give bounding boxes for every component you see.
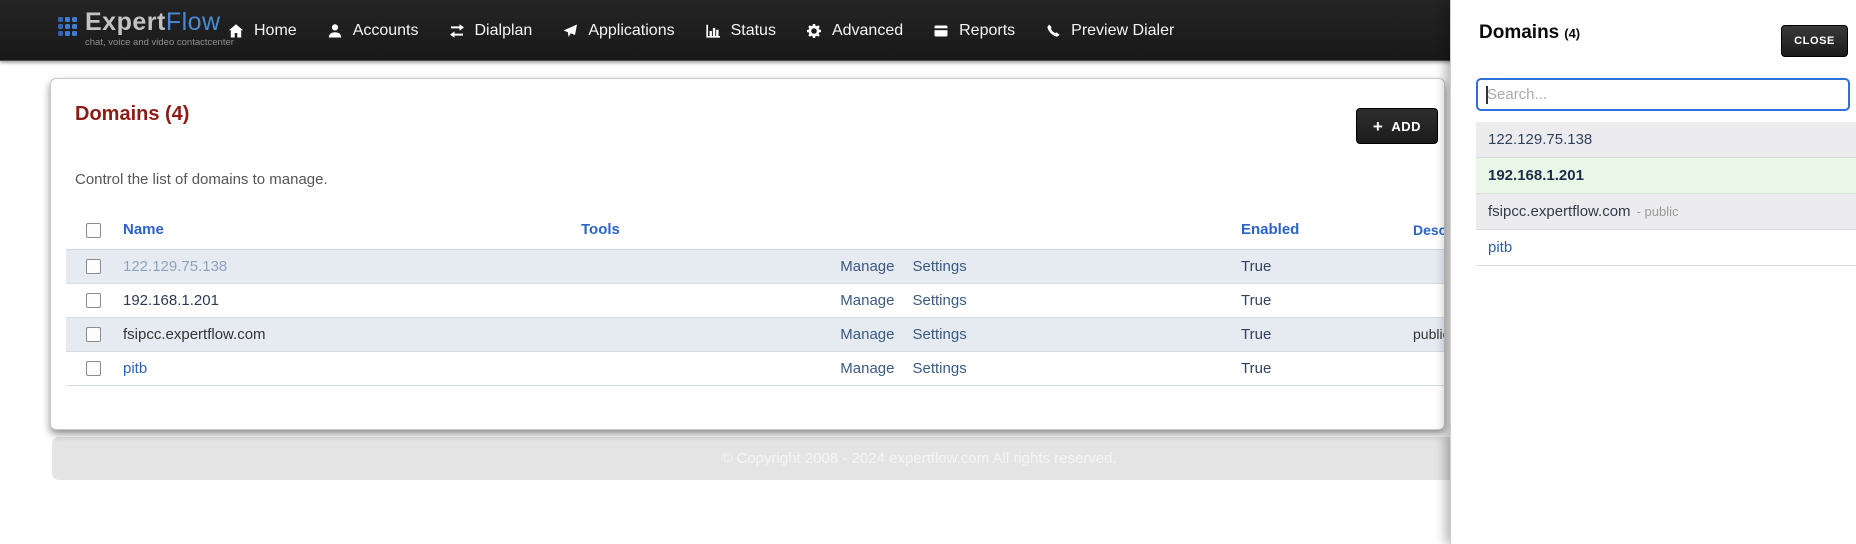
table-header-row: Name Tools Enabled Description <box>66 211 1444 250</box>
domains-panel: Domains (4) CLOSE 122.129.75.138 192.168.… <box>1450 0 1856 544</box>
home-icon <box>228 23 244 39</box>
description-value: public <box>1413 326 1444 342</box>
gear-icon <box>806 23 822 39</box>
brand-tagline: chat, voice and video contactcenter <box>85 37 234 48</box>
table-row: pitb Manage Settings True <box>66 351 1444 385</box>
phone-icon <box>1045 23 1061 39</box>
add-domain-button[interactable]: + ADD <box>1355 108 1438 144</box>
manage-link[interactable]: Manage <box>840 258 894 275</box>
nav-reports[interactable]: Reports <box>933 22 1015 40</box>
paper-plane-icon <box>562 23 578 39</box>
description-value <box>1396 283 1444 317</box>
settings-link[interactable]: Settings <box>913 258 967 275</box>
brand-logo[interactable]: ExpertFlow chat, voice and video contact… <box>58 9 234 48</box>
page: ExpertFlow chat, voice and video contact… <box>0 0 1856 544</box>
expertflow-logo-icon <box>58 17 77 36</box>
person-icon <box>327 23 343 39</box>
nav-status[interactable]: Status <box>705 22 776 40</box>
panel-list-item[interactable]: 122.129.75.138 <box>1476 122 1856 158</box>
domains-table: Name Tools Enabled Description 122.129.7… <box>66 211 1444 386</box>
close-panel-button[interactable]: CLOSE <box>1781 25 1848 57</box>
copyright-text: © Copyright 2008 - 2024 expertflow.com A… <box>721 450 1117 467</box>
settings-link[interactable]: Settings <box>913 360 967 377</box>
description-value <box>1396 249 1444 283</box>
panel-item-suffix: - public <box>1636 204 1679 219</box>
row-checkbox[interactable] <box>86 327 101 343</box>
nav-status-label: Status <box>730 21 776 39</box>
domain-name-link[interactable]: pitb <box>123 360 147 377</box>
enabled-value: True <box>1241 291 1272 309</box>
column-header-tools[interactable]: Tools <box>581 211 1226 250</box>
panel-item-label: fsipcc.expertflow.com <box>1488 203 1631 220</box>
brand-expert: Expert <box>85 8 166 36</box>
panel-search-input[interactable] <box>1476 78 1850 111</box>
domains-card: Domains (4) Control the list of domains … <box>50 78 1445 430</box>
table-row: fsipcc.expertflow.com Manage Settings Tru… <box>66 317 1444 351</box>
plus-icon: + <box>1372 116 1384 136</box>
settings-link[interactable]: Settings <box>913 326 967 343</box>
panel-title: Domains (4) <box>1479 22 1580 44</box>
table-row: 122.129.75.138 Manage Settings True <box>66 249 1444 283</box>
select-all-checkbox[interactable] <box>86 222 101 238</box>
nav-accounts-label: Accounts <box>352 21 419 39</box>
panel-domain-list: 122.129.75.138 192.168.1.201 fsipcc.expe… <box>1476 122 1856 266</box>
nav-preview-dialer-label: Preview Dialer <box>1071 21 1175 39</box>
panel-list-item[interactable]: 192.168.1.201 <box>1476 158 1856 194</box>
nav-accounts[interactable]: Accounts <box>327 22 419 40</box>
settings-link[interactable]: Settings <box>913 292 967 309</box>
column-header-description[interactable]: Description <box>1396 211 1444 250</box>
page-title: Domains (4) <box>75 103 190 125</box>
domain-name-link[interactable]: 192.168.1.201 <box>123 292 219 309</box>
nav-preview-dialer[interactable]: Preview Dialer <box>1045 22 1174 40</box>
row-checkbox[interactable] <box>86 293 101 309</box>
row-checkbox[interactable] <box>86 259 101 275</box>
page-subtitle: Control the list of domains to manage. <box>75 171 328 188</box>
brand-flow: Flow <box>165 8 221 36</box>
enabled-value: True <box>1241 325 1272 343</box>
enabled-value: True <box>1241 257 1272 275</box>
enabled-value: True <box>1241 359 1272 377</box>
panel-count-badge: (4) <box>1564 26 1581 41</box>
nav-home[interactable]: Home <box>228 22 297 40</box>
nav-dialplan[interactable]: Dialplan <box>449 21 533 40</box>
brand-wordmark: ExpertFlow <box>85 8 221 36</box>
manage-link[interactable]: Manage <box>840 360 894 377</box>
add-button-label: ADD <box>1391 118 1421 134</box>
description-value <box>1396 351 1444 385</box>
nav-advanced-label: Advanced <box>831 21 904 39</box>
panel-list-item[interactable]: fsipcc.expertflow.com - public <box>1476 194 1856 230</box>
table-row: 192.168.1.201 Manage Settings True <box>66 283 1444 317</box>
column-header-name[interactable]: Name <box>111 211 581 250</box>
report-book-icon <box>933 23 949 39</box>
nav-dialplan-label: Dialplan <box>474 21 533 39</box>
panel-list-item[interactable]: pitb <box>1476 230 1856 266</box>
manage-link[interactable]: Manage <box>840 292 894 309</box>
swap-arrows-icon <box>449 23 465 39</box>
column-header-enabled[interactable]: Enabled <box>1226 211 1396 250</box>
row-checkbox[interactable] <box>86 361 101 377</box>
panel-item-label: 122.129.75.138 <box>1488 131 1593 148</box>
bar-chart-icon <box>705 23 721 39</box>
nav-applications-label: Applications <box>588 21 675 39</box>
nav-advanced[interactable]: Advanced <box>806 22 903 40</box>
panel-item-label: pitb <box>1488 239 1513 256</box>
manage-link[interactable]: Manage <box>840 326 894 343</box>
nav-applications[interactable]: Applications <box>562 21 675 40</box>
domain-name-link[interactable]: fsipcc.expertflow.com <box>123 326 266 343</box>
nav-home-label: Home <box>254 21 297 39</box>
main-menu: Home Accounts Dialplan Applications Stat… <box>228 0 1174 61</box>
panel-title-text: Domains <box>1479 22 1560 43</box>
panel-item-label: 192.168.1.201 <box>1488 167 1584 184</box>
domain-name-link[interactable]: 122.129.75.138 <box>123 258 227 275</box>
nav-reports-label: Reports <box>959 21 1016 39</box>
